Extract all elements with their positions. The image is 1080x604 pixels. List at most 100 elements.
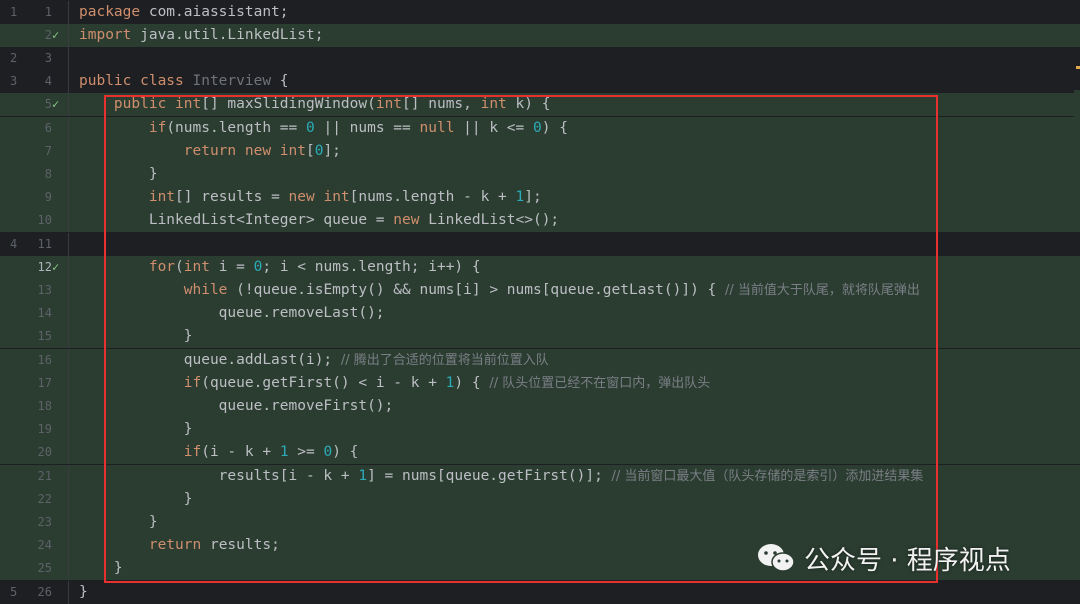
code-text: return results; xyxy=(79,534,280,557)
line-number: 1 xyxy=(44,4,52,19)
code-token: [ xyxy=(305,142,315,159)
code-token: ) { xyxy=(454,374,490,391)
code-line[interactable]: 1 1 package com.aiassistant; xyxy=(0,0,1080,24)
code-text: } xyxy=(79,488,193,511)
code-line[interactable]: 16 queue.addLast(i); // 腾出了合适的位置将当前位置入队 xyxy=(0,348,1080,372)
line-number: 3 xyxy=(44,50,52,65)
line-number: 5 xyxy=(44,97,52,112)
line-gutter[interactable]: 16 xyxy=(0,349,70,372)
line-gutter[interactable]: 10 xyxy=(0,209,70,232)
line-gutter[interactable]: 11 xyxy=(0,1,70,24)
code-line[interactable]: 18 queue.removeFirst(); xyxy=(0,394,1080,419)
code-line[interactable]: 5 26} xyxy=(0,580,1080,604)
code-token: ( xyxy=(175,258,184,275)
code-text: while (!queue.isEmpty() && nums[i] > num… xyxy=(79,279,920,302)
watermark: 公众号 · 程序视点 xyxy=(756,540,1011,576)
gutter-separator xyxy=(68,209,69,233)
gutter-separator xyxy=(68,394,69,419)
line-gutter[interactable]: 24 xyxy=(0,534,70,557)
code-line[interactable]: 17 if(queue.getFirst() < i - k + 1) { //… xyxy=(0,371,1080,395)
code-line[interactable]: 13 while (!queue.isEmpty() && nums[i] > … xyxy=(0,278,1080,303)
code-text: LinkedList<Integer> queue = new LinkedLi… xyxy=(79,209,559,232)
gutter-separator xyxy=(68,0,69,24)
code-line[interactable]: 6 if(nums.length == 0 || nums == null ||… xyxy=(0,116,1080,140)
line-gutter[interactable]: 25 xyxy=(0,557,70,580)
code-number: 0 xyxy=(306,119,315,136)
check-icon: ✓ xyxy=(52,97,60,112)
code-text: } xyxy=(79,163,158,186)
line-gutter[interactable]: 17 xyxy=(0,372,70,395)
code-line[interactable]: 23 xyxy=(0,46,1080,71)
gutter-separator xyxy=(68,255,69,279)
code-line[interactable]: 22 } xyxy=(0,487,1080,511)
code-line[interactable]: 4 11 xyxy=(0,232,1080,256)
code-editor[interactable]: 1 1 package com.aiassistant; 2 ✓ import java.… xyxy=(0,0,1080,604)
code-token: k) { xyxy=(506,96,551,113)
scrollbar-marker xyxy=(1076,66,1080,69)
gutter-separator xyxy=(68,186,69,210)
line-gutter[interactable]: 4 11 xyxy=(0,233,70,256)
line-gutter[interactable]: 34 xyxy=(0,70,70,93)
code-line[interactable]: 15 } xyxy=(0,325,1080,349)
line-number: 25 xyxy=(37,561,52,576)
gutter-separator xyxy=(68,278,69,303)
code-line[interactable]: 12 ✓ for(int i = 0; i < nums.length; i++)… xyxy=(0,255,1080,279)
line-gutter[interactable]: 18 xyxy=(0,395,70,418)
gutter-separator xyxy=(68,371,69,395)
line-gutter[interactable]: 13 xyxy=(0,279,70,302)
code-token: || nums == xyxy=(314,119,420,136)
code-token: { xyxy=(271,73,289,90)
line-gutter[interactable]: 21 xyxy=(0,465,70,488)
code-line[interactable]: 20 if(i - k + 1 >= 0) { xyxy=(0,441,1080,465)
gutter-separator xyxy=(68,487,69,511)
code-token: (!queue.isEmpty() && nums[i] > nums[queu… xyxy=(227,281,726,298)
line-gutter[interactable]: 20 xyxy=(0,441,70,464)
code-keyword: int xyxy=(375,96,403,113)
code-keyword: int xyxy=(183,258,210,275)
line-gutter[interactable]: 7 xyxy=(0,140,70,163)
code-token: >= xyxy=(288,444,324,461)
line-gutter[interactable]: 22 xyxy=(0,488,70,511)
code-line[interactable]: 19 } xyxy=(0,418,1080,442)
code-token: ) { xyxy=(541,119,568,136)
code-line[interactable]: 9 int[] results = new int[nums.length - … xyxy=(0,186,1080,210)
code-keyword: int xyxy=(480,96,507,113)
line-gutter[interactable]: 19 xyxy=(0,418,70,441)
line-gutter[interactable]: 15 xyxy=(0,325,70,348)
code-line[interactable]: 10 LinkedList<Integer> queue = new Linke… xyxy=(0,209,1080,233)
line-number: 12 xyxy=(37,259,52,274)
gutter-separator xyxy=(68,464,69,488)
code-token: } xyxy=(79,328,193,345)
code-line[interactable]: 7 return new int[0]; xyxy=(0,139,1080,163)
line-gutter[interactable]: 2 ✓ xyxy=(0,24,70,47)
check-icon: ✓ xyxy=(52,27,60,42)
line-number: 26 xyxy=(37,584,52,599)
code-line[interactable]: 14 queue.removeLast(); xyxy=(0,302,1080,326)
code-text: } xyxy=(79,581,88,604)
line-gutter[interactable]: 23 xyxy=(0,511,70,534)
code-line[interactable]: 2 ✓ import java.util.LinkedList; xyxy=(0,23,1080,47)
line-gutter[interactable]: 5 26 xyxy=(0,581,70,604)
line-gutter[interactable]: 8 xyxy=(0,163,70,186)
code-line[interactable]: 23 } xyxy=(0,510,1080,535)
gutter-separator xyxy=(68,139,69,163)
code-text: if(nums.length == 0 || nums == null || k… xyxy=(79,117,568,140)
code-token: [nums.length - k + xyxy=(349,189,516,206)
line-gutter[interactable]: 5 ✓ xyxy=(0,93,70,116)
code-keyword: for xyxy=(148,258,176,275)
code-token: ) { xyxy=(332,444,359,461)
code-keyword: return xyxy=(148,537,202,554)
line-gutter[interactable]: 14 xyxy=(0,302,70,325)
code-line[interactable]: 5 ✓ public int[] maxSlidingWindow(int[] n… xyxy=(0,93,1080,117)
code-line[interactable]: 3 4 public class Interview { xyxy=(0,70,1080,94)
line-number: 9 xyxy=(44,190,52,205)
code-line[interactable]: 8 } xyxy=(0,162,1080,187)
line-gutter[interactable]: 6 xyxy=(0,117,70,140)
code-line[interactable]: 21 results[i - k + 1] = nums[queue.getFi… xyxy=(0,464,1080,488)
line-gutter[interactable]: 23 xyxy=(0,47,70,70)
code-token: } xyxy=(79,560,123,577)
code-number: 1 xyxy=(358,467,368,484)
line-gutter[interactable]: 9 xyxy=(0,186,70,209)
line-gutter[interactable]: 12 ✓ xyxy=(0,256,70,279)
